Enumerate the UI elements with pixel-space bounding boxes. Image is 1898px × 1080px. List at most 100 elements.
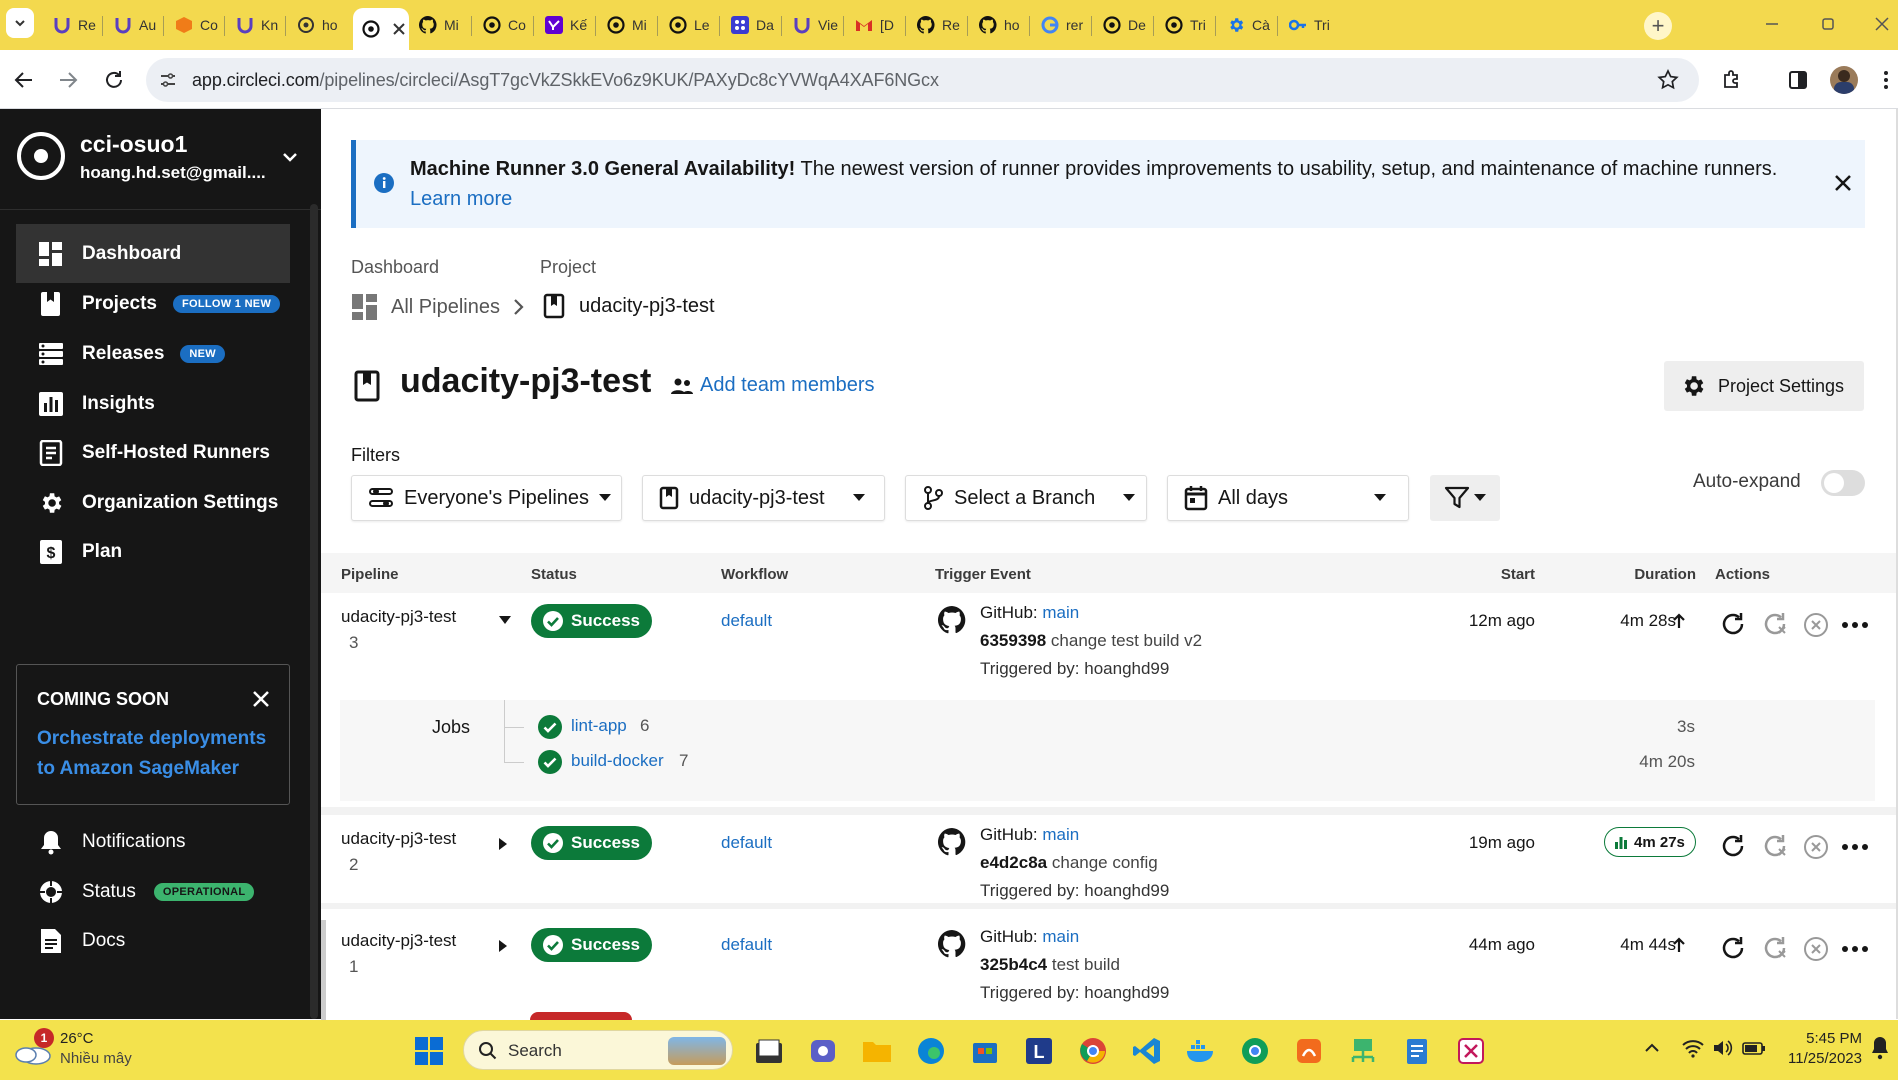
sidebar-item-docs[interactable]: Docs	[16, 911, 290, 970]
rerun-button[interactable]	[1720, 832, 1748, 860]
more-actions-button[interactable]	[1842, 622, 1868, 628]
browser-tab[interactable]: Le	[660, 6, 718, 44]
rerun-button[interactable]	[1720, 610, 1748, 638]
commit-sha-link[interactable]: 325b4c4	[980, 955, 1047, 974]
banner-learn-more-link[interactable]: Learn more	[410, 188, 512, 211]
pipeline-name-link[interactable]: udacity-pj3-test	[341, 829, 456, 849]
promo-link-line1[interactable]: Orchestrate deployments	[37, 728, 266, 750]
chrome-profile-taskbar-button[interactable]	[1238, 1034, 1272, 1068]
battery-icon[interactable]	[1742, 1038, 1766, 1058]
browser-tab[interactable]	[353, 8, 409, 50]
browser-tab[interactable]: Tri	[1280, 6, 1338, 44]
pipeline-name-link[interactable]: udacity-pj3-test	[341, 931, 456, 951]
maximize-window-button[interactable]	[1818, 14, 1838, 34]
job-name-link[interactable]: lint-app	[571, 716, 627, 736]
duration-insights-pill[interactable]: 4m 27s	[1604, 827, 1696, 857]
browser-tab[interactable]: Kế	[536, 6, 594, 44]
browser-tab[interactable]: Da	[722, 6, 780, 44]
tray-overflow-button[interactable]	[1644, 1040, 1660, 1056]
breadcrumb-all-pipelines[interactable]: All Pipelines	[351, 293, 500, 321]
browser-tab[interactable]: Re	[908, 6, 966, 44]
rerun-button[interactable]	[1720, 934, 1748, 962]
browser-tab[interactable]: ho	[970, 6, 1028, 44]
browser-tab[interactable]: Tri	[1156, 6, 1214, 44]
more-actions-button[interactable]	[1842, 844, 1868, 850]
extensions-button[interactable]	[1720, 68, 1744, 92]
taskbar-search-box[interactable]: Search	[463, 1030, 733, 1070]
status-badge[interactable]: Success	[531, 826, 652, 860]
chrome-taskbar-button[interactable]	[1076, 1034, 1110, 1068]
start-button[interactable]	[414, 1036, 444, 1066]
minimize-window-button[interactable]	[1762, 14, 1782, 34]
sidebar-scrollbar[interactable]	[310, 204, 318, 1019]
job-name-link[interactable]: build-docker	[571, 751, 664, 771]
branch-link[interactable]: main	[1042, 603, 1079, 622]
browser-menu-button[interactable]	[1882, 68, 1890, 92]
rerun-failed-button[interactable]	[1762, 610, 1790, 638]
close-tab-icon[interactable]	[393, 23, 405, 35]
more-actions-button[interactable]	[1842, 946, 1868, 952]
banner-close-button[interactable]	[1834, 174, 1852, 192]
site-info-icon[interactable]	[158, 70, 178, 90]
add-team-members-link[interactable]: Add team members	[670, 374, 875, 397]
store-taskbar-button[interactable]	[968, 1034, 1002, 1068]
close-window-button[interactable]	[1872, 14, 1892, 34]
notification-center-button[interactable]	[1870, 1034, 1890, 1062]
notepad-taskbar-button[interactable]	[1400, 1034, 1434, 1068]
edge-taskbar-button[interactable]	[914, 1034, 948, 1068]
browser-tab[interactable]: Re	[44, 6, 102, 44]
workflow-link[interactable]: default	[721, 833, 772, 853]
auto-expand-toggle[interactable]	[1821, 470, 1865, 496]
row-expand-button[interactable]	[498, 939, 508, 953]
wifi-icon[interactable]	[1682, 1038, 1704, 1058]
cancel-workflow-button[interactable]	[1803, 834, 1829, 860]
branch-link[interactable]: main	[1042, 927, 1079, 946]
cancel-workflow-button[interactable]	[1803, 936, 1829, 962]
browser-tab[interactable]: ho	[288, 6, 346, 44]
row-expand-button[interactable]	[498, 837, 508, 851]
pdf-app-taskbar-button[interactable]	[1292, 1034, 1326, 1068]
bookmark-star-button[interactable]	[1656, 68, 1680, 92]
browser-tab[interactable]: Kn	[227, 6, 285, 44]
clock-time[interactable]: 5:45 PM	[1780, 1030, 1862, 1047]
vscode-taskbar-button[interactable]	[1130, 1034, 1164, 1068]
rerun-failed-button[interactable]	[1762, 832, 1790, 860]
branch-filter-dropdown[interactable]: Select a Branch	[905, 475, 1147, 521]
volume-icon[interactable]	[1712, 1038, 1734, 1058]
project-settings-button[interactable]: Project Settings	[1664, 361, 1864, 411]
rerun-failed-button[interactable]	[1762, 934, 1790, 962]
browser-tab[interactable]: Mi	[410, 6, 468, 44]
browser-tab[interactable]: [D	[846, 6, 904, 44]
browser-tab[interactable]: Cà	[1218, 6, 1276, 44]
browser-tab[interactable]: rer	[1032, 6, 1090, 44]
back-button[interactable]	[12, 68, 36, 92]
side-panel-button[interactable]	[1786, 68, 1810, 92]
docker-taskbar-button[interactable]	[1184, 1034, 1218, 1068]
commit-sha-link[interactable]: e4d2c8a	[980, 853, 1047, 872]
breadcrumb-project[interactable]: udacity-pj3-test	[543, 293, 715, 319]
browser-tab[interactable]: De	[1094, 6, 1152, 44]
browser-tab[interactable]: Au	[105, 6, 163, 44]
forward-button[interactable]	[56, 68, 80, 92]
browser-tab[interactable]: Co	[474, 6, 532, 44]
teams-taskbar-button[interactable]	[806, 1034, 840, 1068]
promo-link-line2[interactable]: to Amazon SageMaker	[37, 758, 239, 780]
profile-avatar[interactable]	[1830, 66, 1858, 94]
network-app-taskbar-button[interactable]	[1346, 1034, 1380, 1068]
browser-tab[interactable]: Vie	[784, 6, 842, 44]
browser-tab[interactable]: Mi	[598, 6, 656, 44]
org-switcher-button[interactable]	[280, 147, 300, 167]
pipelines-filter-dropdown[interactable]: Everyone's Pipelines	[351, 475, 622, 521]
promo-close-button[interactable]	[251, 689, 271, 709]
snipping-tool-taskbar-button[interactable]	[1454, 1034, 1488, 1068]
pipeline-name-link[interactable]: udacity-pj3-test	[341, 607, 456, 627]
sidebar-item-plan[interactable]: $ Plan	[16, 522, 290, 581]
advanced-filter-button[interactable]	[1430, 475, 1500, 521]
project-filter-dropdown[interactable]: udacity-pj3-test	[642, 475, 885, 521]
status-badge[interactable]: Success	[531, 604, 652, 638]
lingo-taskbar-button[interactable]: L	[1022, 1034, 1056, 1068]
status-badge[interactable]: Success	[531, 928, 652, 962]
file-explorer-taskbar-button[interactable]	[752, 1034, 786, 1068]
clock-date[interactable]: 11/25/2023	[1780, 1050, 1862, 1067]
branch-link[interactable]: main	[1042, 825, 1079, 844]
